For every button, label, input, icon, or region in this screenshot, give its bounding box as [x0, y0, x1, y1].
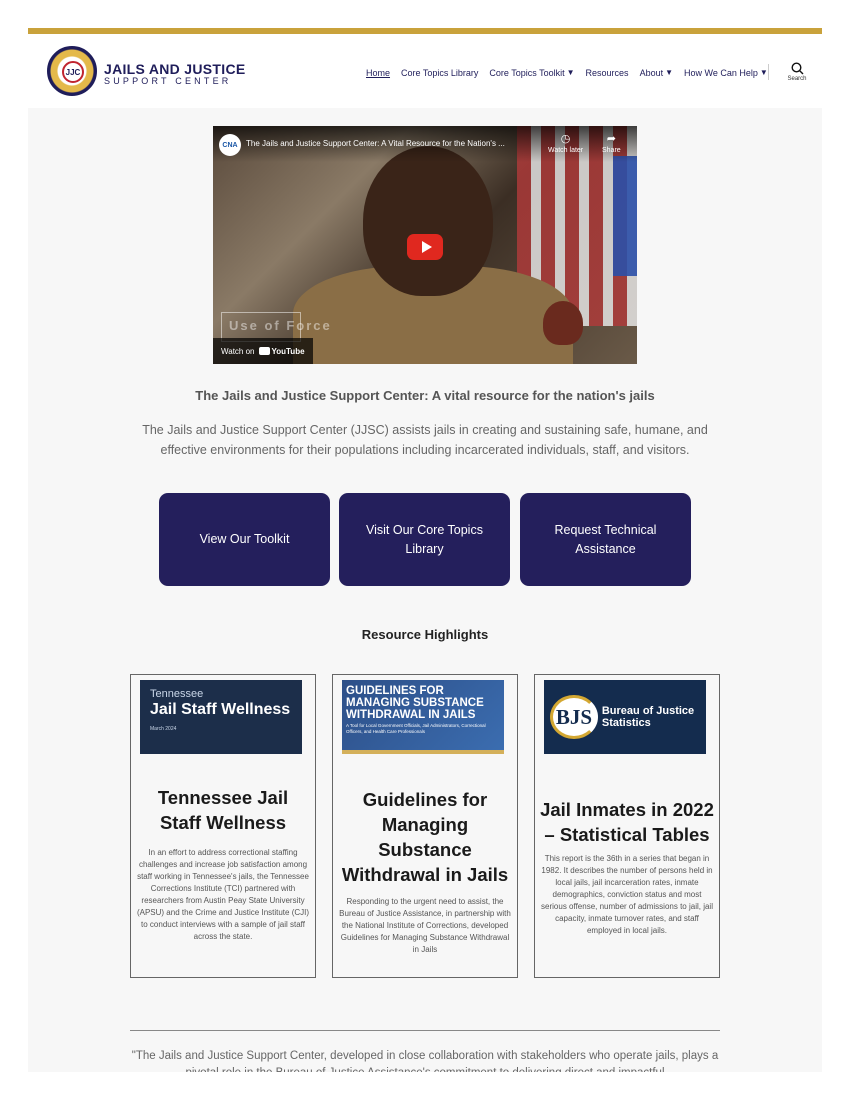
- clock-icon: ◷: [560, 133, 571, 145]
- page-bottom-margin: [0, 1072, 850, 1100]
- watch-on-label: Watch on: [221, 346, 255, 356]
- video-caption: The Jails and Justice Support Center: A …: [195, 388, 655, 403]
- youtube-logo: YouTube: [258, 346, 305, 356]
- youtube-wordmark: YouTube: [271, 346, 305, 356]
- nav-item-resources[interactable]: Resources: [586, 68, 629, 82]
- watch-later-button[interactable]: ◷ Watch later: [548, 132, 583, 154]
- card-image-text: GUIDELINES FOR MANAGING SUBSTANCE WITHDR…: [346, 685, 484, 721]
- card-description: Responding to the urgent need to assist,…: [339, 897, 511, 954]
- card-image[interactable]: Tennessee Jail Staff Wellness March 2024: [140, 680, 302, 754]
- search-button[interactable]: Search: [782, 62, 812, 90]
- card-description: This report is the 36th in a series that…: [541, 854, 713, 935]
- request-assistance-button[interactable]: Request Technical Assistance: [520, 493, 691, 586]
- share-label: Share: [602, 147, 621, 154]
- video-thumbnail-figure: [363, 146, 493, 296]
- brand-subtitle: SUPPORT CENTER: [104, 76, 232, 86]
- card-image-text: March 2024: [150, 726, 177, 732]
- search-icon: [790, 62, 803, 75]
- card-image-text: Jail Staff Wellness: [150, 701, 291, 718]
- nav-item-core-topics-toolkit[interactable]: Core Topics Toolkit ▼: [489, 68, 574, 82]
- nav-label: Core Topics Toolkit: [489, 68, 565, 78]
- chevron-down-icon: ▼: [759, 68, 768, 77]
- watch-later-label: Watch later: [548, 147, 584, 154]
- intro-text: The Jails and Justice Support Center (JJ…: [142, 423, 708, 457]
- brand-name[interactable]: JAILS AND JUSTICE: [104, 61, 246, 77]
- section-title: Resource Highlights: [361, 627, 489, 642]
- nav-item-home[interactable]: Home: [366, 68, 390, 82]
- site-logo[interactable]: JJC: [47, 46, 97, 96]
- video-overlay-text: Use of Force: [229, 318, 332, 333]
- nav-label: How We Can Help: [684, 68, 758, 78]
- nav-label: Home: [366, 68, 391, 78]
- chevron-down-icon: ▼: [566, 68, 575, 77]
- card-image-text: A Tool for Local Government Officials, J…: [346, 723, 486, 734]
- nav-label: Core Topics Library: [401, 68, 479, 78]
- video-thumbnail-badge: [543, 301, 583, 345]
- card-description: In an effort to address correctional sta…: [136, 848, 310, 941]
- card-image-text: Bureau of Justice Statistics: [601, 705, 695, 729]
- card-title[interactable]: Jail Inmates in 2022 – Statistical Table…: [539, 797, 715, 847]
- youtube-play-icon: [258, 347, 270, 355]
- nav-item-how-we-can-help[interactable]: How We Can Help ▼: [684, 68, 768, 82]
- logo-monogram: JJC: [62, 61, 84, 83]
- nav-label: About: [639, 68, 664, 78]
- nav-item-core-topics-library[interactable]: Core Topics Library: [401, 68, 478, 82]
- nav-label: Resources: [585, 68, 629, 78]
- resource-card[interactable]: BJS Bureau of Justice Statistics Jail In…: [534, 674, 720, 978]
- share-icon: ➦: [606, 133, 616, 145]
- play-button[interactable]: [407, 234, 443, 260]
- chevron-down-icon: ▼: [665, 68, 674, 77]
- card-title[interactable]: Guidelines for Managing Substance Withdr…: [337, 787, 513, 887]
- flag-background: [613, 156, 637, 276]
- core-topics-library-button[interactable]: Visit Our Core Topics Library: [339, 493, 510, 586]
- card-image[interactable]: GUIDELINES FOR MANAGING SUBSTANCE WITHDR…: [342, 680, 504, 754]
- card-image[interactable]: BJS Bureau of Justice Statistics: [544, 680, 706, 754]
- share-button[interactable]: ➦ Share: [602, 132, 621, 154]
- main-nav: Home Core Topics Library Core Topics Too…: [366, 68, 768, 82]
- video-title[interactable]: The Jails and Justice Support Center: A …: [246, 139, 546, 148]
- view-toolkit-button[interactable]: View Our Toolkit: [159, 493, 330, 586]
- video-embed[interactable]: CNA The Jails and Justice Support Center…: [213, 126, 637, 364]
- card-title[interactable]: Tennessee Jail Staff Wellness: [135, 785, 311, 835]
- card-image-text: Tennessee: [150, 688, 204, 700]
- channel-avatar[interactable]: CNA: [219, 134, 241, 156]
- nav-item-about[interactable]: About ▼: [640, 68, 673, 82]
- resource-card[interactable]: GUIDELINES FOR MANAGING SUBSTANCE WITHDR…: [332, 674, 518, 978]
- section-divider: [130, 1030, 720, 1031]
- main-content: CNA The Jails and Justice Support Center…: [28, 108, 822, 1079]
- bjs-logo: BJS: [550, 695, 598, 739]
- site-header: JJC JAILS AND JUSTICE SUPPORT CENTER Hom…: [28, 34, 822, 108]
- search-label: Search: [787, 76, 807, 82]
- watch-on-youtube-button[interactable]: Watch on YouTube: [213, 338, 313, 364]
- nav-divider: [768, 64, 769, 80]
- resource-card[interactable]: Tennessee Jail Staff Wellness March 2024…: [130, 674, 316, 978]
